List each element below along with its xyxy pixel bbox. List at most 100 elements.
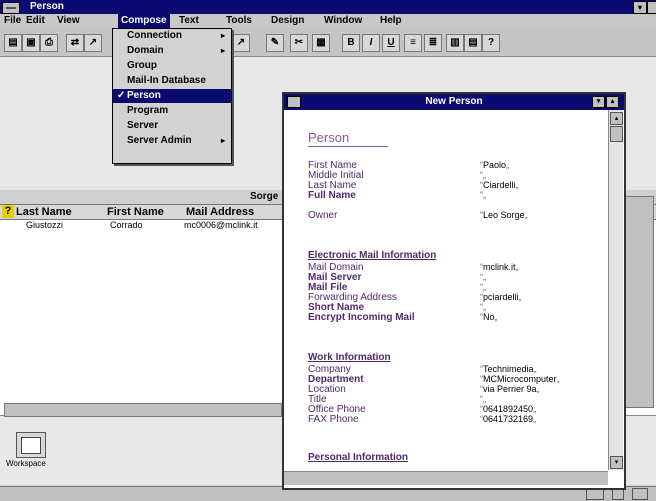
workspace-label: Workspace <box>6 459 46 468</box>
compose-menu: Connection ▸ Domain ▸ Group Mail-In Databa… <box>112 28 232 164</box>
align-right-icon[interactable]: ≣ <box>424 34 442 52</box>
window-maximize-button[interactable]: ▴ <box>606 96 619 108</box>
column-first-name[interactable]: First Name <box>107 206 164 218</box>
field-input[interactable]: “Ciardelli„ <box>480 180 519 190</box>
table-icon[interactable]: ▥ <box>446 34 464 52</box>
field-input[interactable]: “via Perrier 9a„ <box>480 384 540 394</box>
italic-button[interactable]: I <box>362 34 380 52</box>
submenu-arrow-icon: ▸ <box>221 31 226 40</box>
field-input[interactable]: “0641892450„ <box>480 404 536 414</box>
forward-icon[interactable]: ⇄ <box>66 34 84 52</box>
field-bracket-close: „ <box>533 414 537 424</box>
field-input[interactable]: “„ <box>480 190 486 200</box>
help-icon[interactable]: ? <box>482 34 500 52</box>
field-input[interactable]: “„ <box>480 302 486 312</box>
view-title: Sorge <box>250 191 279 202</box>
menu-item-connection[interactable]: Connection ▸ <box>113 29 231 43</box>
field-value: Technimedia <box>483 364 534 374</box>
underline-button[interactable]: U <box>382 34 400 52</box>
field-value: mclink.it <box>483 262 516 272</box>
menu-bar: File Edit View Compose Text Tools Design… <box>0 14 656 28</box>
column-mail-address[interactable]: Mail Address <box>186 206 254 218</box>
field-input[interactable]: “„ <box>480 282 486 292</box>
system-menu-icon[interactable] <box>2 2 20 14</box>
menu-item-group[interactable]: Group <box>113 59 231 73</box>
heading-underline <box>308 146 388 147</box>
field-input[interactable]: “„ <box>480 394 486 404</box>
field-input[interactable]: “MCMicrocomputer„ <box>480 374 560 384</box>
field-input[interactable]: “Leo Sorge„ <box>480 210 528 220</box>
field-bracket-close: „ <box>483 272 486 282</box>
menu-help[interactable]: Help <box>380 15 402 26</box>
menu-item-domain[interactable]: Domain ▸ <box>113 44 231 58</box>
scroll-up-icon[interactable]: ▴ <box>610 112 623 125</box>
menu-item-person[interactable]: ✓ Person <box>113 89 231 103</box>
mail-status-icon[interactable] <box>632 488 648 500</box>
field-input[interactable]: “0641732169„ <box>480 414 536 424</box>
menu-tools[interactable]: Tools <box>226 15 252 26</box>
minimize-button[interactable]: ▾ <box>633 1 647 14</box>
clip-icon[interactable]: ✂ <box>290 34 308 52</box>
field-label: Encrypt Incoming Mail <box>308 312 415 323</box>
menu-item-server-admin[interactable]: Server Admin ▸ <box>113 134 231 148</box>
field-input[interactable]: “„ <box>480 170 486 180</box>
field-value: Paolo <box>483 160 507 170</box>
link-icon[interactable]: ↗ <box>84 34 102 52</box>
form-horizontal-scrollbar[interactable] <box>284 471 608 485</box>
section-title: Work Information <box>308 352 391 363</box>
field-label: FAX Phone <box>308 414 359 425</box>
field-value: No <box>483 312 495 322</box>
field-bracket-close: „ <box>483 394 486 404</box>
table-row[interactable]: Giustozzi Corrado mc0006@mclink.it <box>22 220 282 232</box>
field-bracket-close: „ <box>494 312 498 322</box>
field-input[interactable]: “Technimedia„ <box>480 364 537 374</box>
field-bracket-close: „ <box>515 262 519 272</box>
calendar-icon[interactable]: ▤ <box>464 34 482 52</box>
view-vertical-scrollbar[interactable] <box>624 196 654 408</box>
menu-item-server[interactable]: Server <box>113 119 231 133</box>
app-title-bar: Person ▾ <box>0 0 656 14</box>
field-bracket-close: „ <box>483 302 486 312</box>
menu-design[interactable]: Design <box>271 15 304 26</box>
window-minimize-button[interactable]: ▾ <box>592 96 605 108</box>
align-left-icon[interactable]: ≡ <box>404 34 422 52</box>
column-last-name[interactable]: Last Name <box>16 206 72 218</box>
view-horizontal-scrollbar[interactable] <box>4 403 282 417</box>
field-value: via Perrier 9a <box>483 384 537 394</box>
form-heading: Person <box>308 130 350 145</box>
workspace-icon[interactable] <box>16 432 46 458</box>
submenu-arrow-icon: ▸ <box>221 46 226 55</box>
field-input[interactable]: “No„ <box>480 312 498 322</box>
field-input[interactable]: “pciardelli„ <box>480 292 522 302</box>
field-input[interactable]: “„ <box>480 272 486 282</box>
form-vertical-scrollbar[interactable]: ▴ ▾ <box>608 110 623 470</box>
section-title: Electronic Mail Information <box>308 250 437 261</box>
field-value: 0641892450 <box>483 404 534 414</box>
scroll-down-icon[interactable]: ▾ <box>610 456 623 469</box>
scroll-thumb[interactable] <box>610 126 623 142</box>
menu-item-program[interactable]: Program <box>113 104 231 118</box>
field-value: Leo Sorge <box>483 210 525 220</box>
field-input[interactable]: “Paolo„ <box>480 160 509 170</box>
print-icon[interactable]: ⎙ <box>40 34 58 52</box>
field-input[interactable]: “mclink.it„ <box>480 262 519 272</box>
maximize-button[interactable] <box>647 1 656 14</box>
menu-view[interactable]: View <box>57 15 80 26</box>
menu-item-mail-in-database[interactable]: Mail-In Database <box>113 74 231 88</box>
menu-text[interactable]: Text <box>179 15 199 26</box>
field-bracket-close: „ <box>515 180 519 190</box>
menu-window[interactable]: Window <box>324 15 362 26</box>
tool-icon[interactable]: ↗ <box>232 34 250 52</box>
menu-edit[interactable]: Edit <box>26 15 45 26</box>
bold-button[interactable]: B <box>342 34 360 52</box>
menu-compose[interactable]: Compose <box>118 14 170 28</box>
open-icon[interactable]: ▤ <box>4 34 22 52</box>
new-person-title: New Person <box>425 96 483 107</box>
field-bracket-close: „ <box>518 292 522 302</box>
pen-icon[interactable]: ✎ <box>266 34 284 52</box>
field-value: pciardelli <box>483 292 519 302</box>
field-value: Ciardelli <box>483 180 516 190</box>
image-icon[interactable]: ▦ <box>312 34 330 52</box>
save-icon[interactable]: ▣ <box>22 34 40 52</box>
menu-file[interactable]: File <box>4 15 21 26</box>
